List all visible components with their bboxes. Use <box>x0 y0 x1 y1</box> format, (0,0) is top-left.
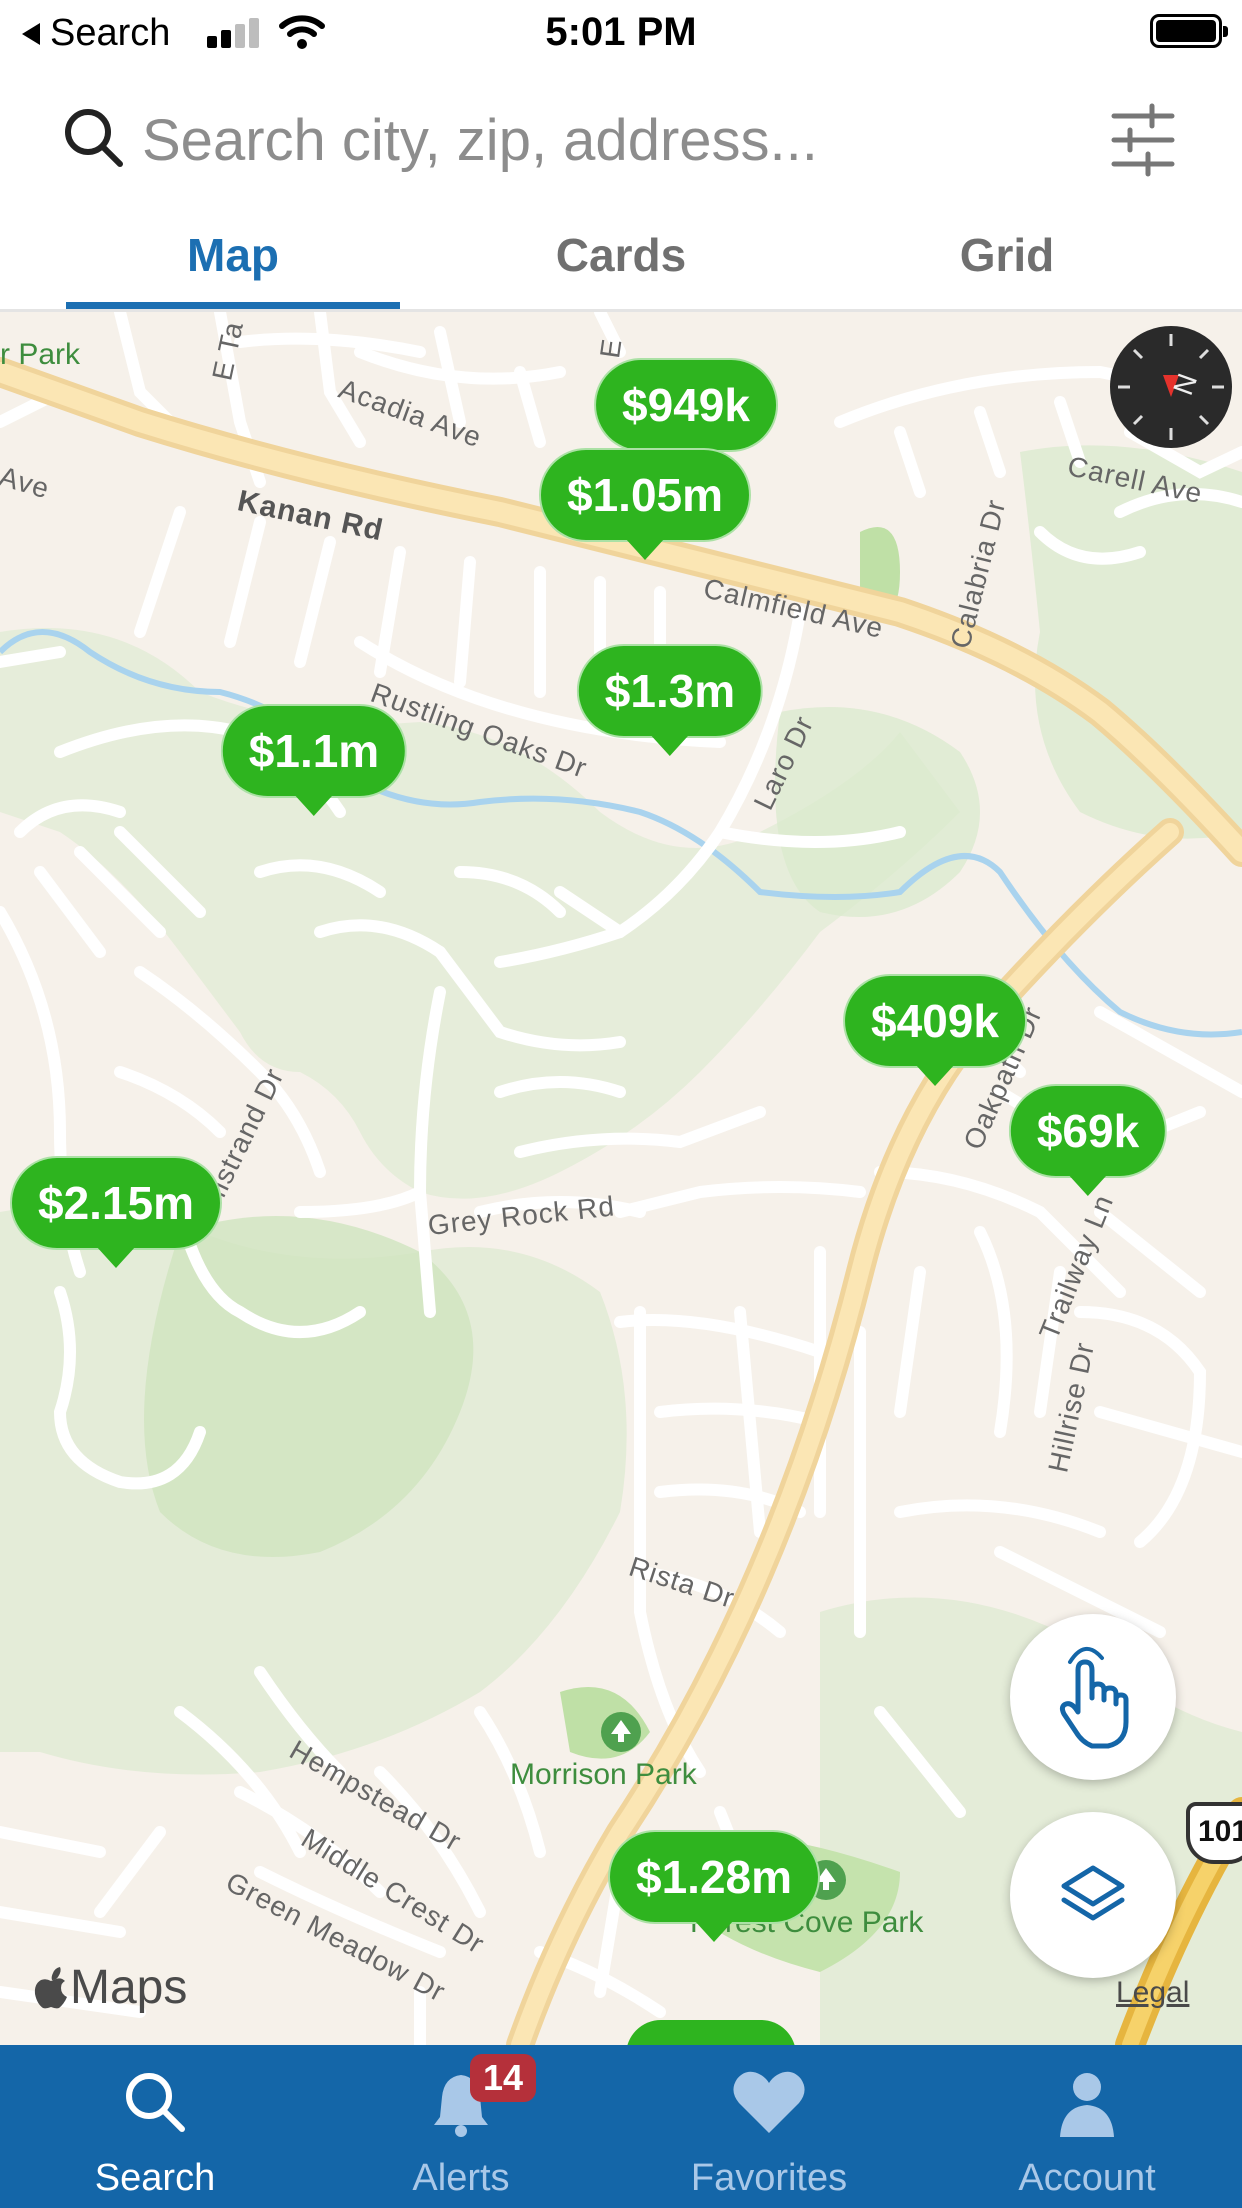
listing-pin[interactable]: $1.1m <box>220 704 408 816</box>
pin-tail <box>624 538 665 560</box>
battery-icon <box>1150 14 1228 48</box>
listing-price: $1.3m <box>576 644 764 738</box>
alerts-count-badge: 14 <box>470 2054 536 2102</box>
listing-pin-partial[interactable] <box>626 2020 796 2045</box>
svg-text:N: N <box>1167 369 1203 399</box>
search-input[interactable] <box>142 100 992 180</box>
search-icon <box>65 109 123 167</box>
listing-pin[interactable]: $1.3m <box>576 644 764 756</box>
highway-shield-icon: 101 <box>1186 1802 1242 1864</box>
nav-search[interactable]: Search <box>0 2045 310 2208</box>
park-label: Morrison Park <box>510 1758 697 1791</box>
nav-alerts[interactable]: Alerts <box>306 2045 616 2208</box>
listing-pin[interactable]: $1.05m <box>538 448 752 560</box>
maps-attribution: Maps <box>34 1960 187 2015</box>
pin-tail <box>1068 1174 1108 1196</box>
layers-icon <box>1061 1865 1125 1921</box>
nav-label: Favorites <box>690 2157 848 2199</box>
map-view[interactable]: Acadia Ave Kanan Rd Calmfield Ave Carell… <box>0 312 1242 2045</box>
nav-favorites[interactable]: Favorites <box>614 2045 924 2208</box>
pin-tail <box>914 1064 955 1086</box>
listing-price: $69k <box>1008 1084 1168 1178</box>
tab-grid[interactable]: Grid <box>840 228 1174 282</box>
tab-map[interactable]: Map <box>66 228 400 282</box>
heart-icon <box>733 2071 805 2133</box>
pin-tail <box>294 794 334 816</box>
nav-account[interactable]: Account <box>932 2045 1242 2208</box>
nav-label: Search <box>94 2157 216 2199</box>
listing-price: $2.15m <box>9 1156 223 1250</box>
pin-tail <box>693 1920 734 1942</box>
listing-price: $409k <box>843 974 1027 1068</box>
pin-tail <box>95 1246 136 1268</box>
listing-price: $1.1m <box>220 704 408 798</box>
street-label: E <box>594 336 628 361</box>
filter-sliders-icon[interactable] <box>1110 100 1176 180</box>
listing-price: $949k <box>594 358 778 452</box>
search-bar <box>0 66 1242 210</box>
listing-pin[interactable]: $1.28m <box>607 1830 821 1942</box>
hand-pointer-icon <box>1059 1647 1129 1749</box>
legal-link[interactable]: Legal <box>1116 1976 1189 2010</box>
map-layers-button[interactable] <box>1010 1812 1176 1978</box>
draw-search-button[interactable] <box>1010 1614 1176 1780</box>
bottom-tab-bar: Search Alerts Favorites Account <box>0 2045 1242 2208</box>
nav-label: Alerts <box>412 2157 510 2199</box>
maps-attribution-text: Maps <box>70 1961 188 2014</box>
park-label: r Park <box>0 338 81 371</box>
listing-pin[interactable]: $2.15m <box>9 1156 223 1268</box>
compass-icon[interactable]: N <box>1110 326 1232 448</box>
active-tab-indicator <box>66 302 400 309</box>
app-root: Search 5:01 PM Search city, zip, address… <box>0 0 1242 2208</box>
highway-number: 101 <box>1198 1815 1242 1848</box>
listing-pin[interactable]: $69k <box>1008 1084 1168 1196</box>
listing-pin[interactable]: $409k <box>843 974 1027 1086</box>
listing-price: $1.05m <box>538 448 752 542</box>
tab-cards[interactable]: Cards <box>454 228 788 282</box>
search-icon <box>126 2073 185 2132</box>
person-icon <box>1060 2073 1114 2137</box>
view-tabs: Map Cards Grid <box>0 210 1242 312</box>
status-bar: Search 5:01 PM <box>0 0 1242 66</box>
listing-price: $1.28m <box>607 1830 821 1924</box>
pin-tail <box>650 734 690 756</box>
clock: 5:01 PM <box>545 10 697 54</box>
apple-logo-icon <box>34 1966 67 2008</box>
nav-label: Account <box>1018 2157 1156 2199</box>
